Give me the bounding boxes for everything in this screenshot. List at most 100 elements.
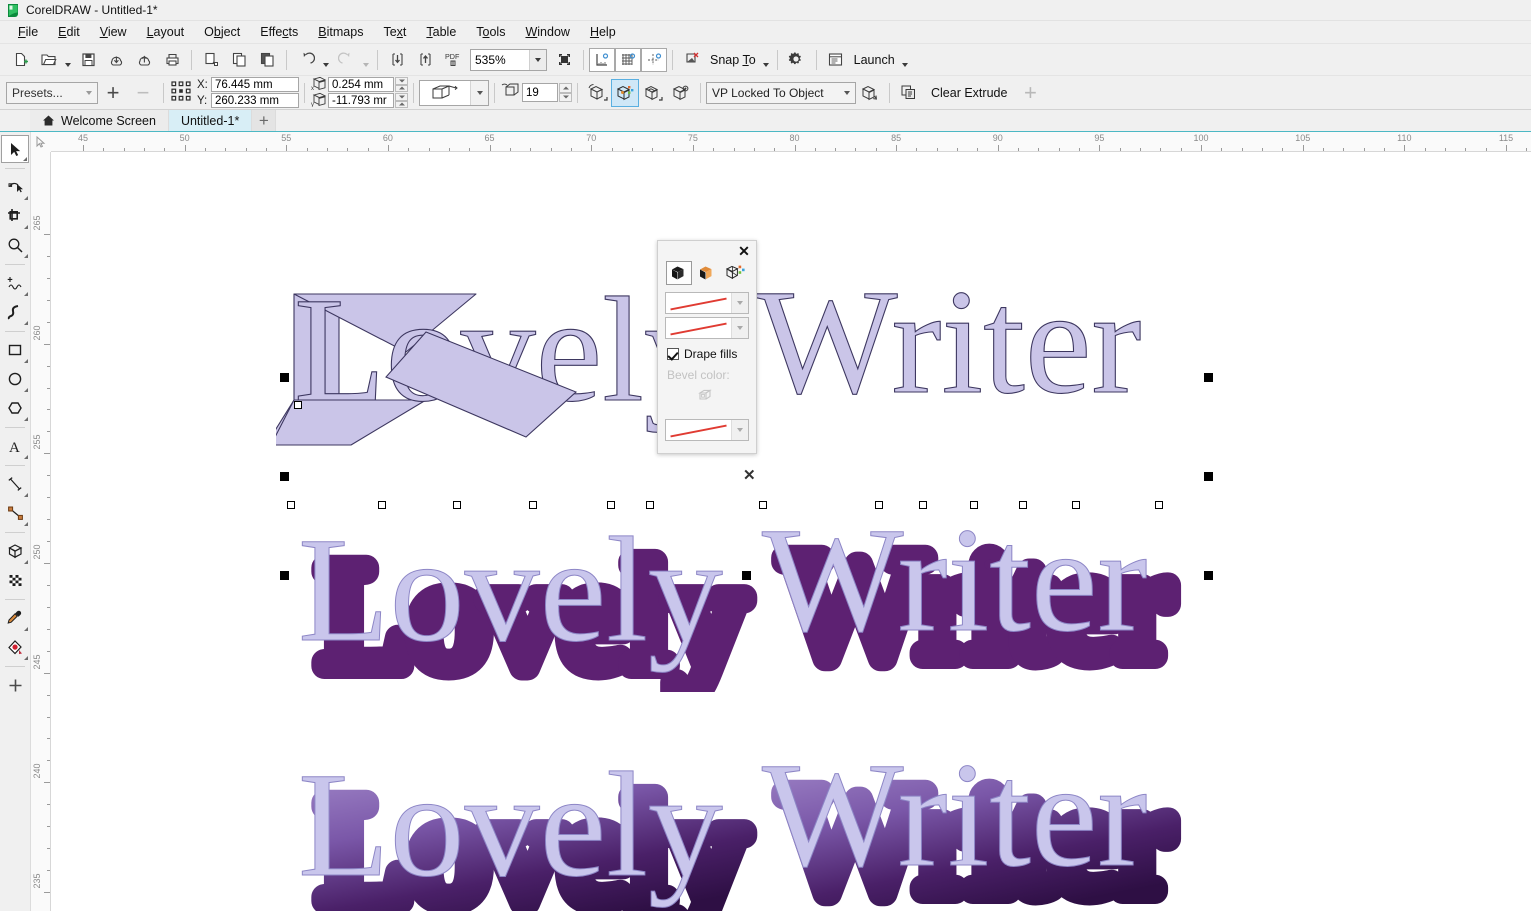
- menu-table[interactable]: Table: [416, 23, 466, 41]
- zoom-level-input[interactable]: [471, 49, 529, 70]
- shape-tool-flyout-arrow[interactable]: [24, 196, 28, 200]
- shade-from-color-swatch[interactable]: [665, 292, 749, 314]
- full-screen-preview-icon[interactable]: [550, 47, 578, 73]
- polygon-tool-flyout-arrow[interactable]: [24, 417, 28, 421]
- menu-edit[interactable]: Edit: [48, 23, 90, 41]
- menu-text[interactable]: Text: [373, 23, 416, 41]
- freehand-tool[interactable]: [1, 269, 29, 297]
- extrude-depth-input[interactable]: [522, 83, 558, 102]
- y-position-input[interactable]: [211, 93, 299, 108]
- presets-combobox[interactable]: Presets...: [6, 81, 98, 104]
- import-arrow-down-icon[interactable]: [383, 47, 411, 73]
- menu-object[interactable]: Object: [194, 23, 250, 41]
- launch-dropdown-caret[interactable]: [899, 47, 911, 73]
- open-dropdown-caret[interactable]: [62, 47, 74, 73]
- shape-tool[interactable]: [1, 173, 29, 201]
- extrude-tool-flyout-arrow[interactable]: [24, 560, 28, 564]
- transparency-tool[interactable]: [1, 566, 29, 594]
- selection-handle-bottom-left[interactable]: [280, 571, 289, 580]
- drape-fills-row[interactable]: Drape fills: [658, 342, 756, 364]
- drape-fills-checkbox[interactable]: [667, 348, 679, 360]
- launch-label[interactable]: Launch: [850, 53, 899, 67]
- presets-dropdown-caret[interactable]: [81, 83, 97, 103]
- node-handle-6[interactable]: [607, 501, 615, 509]
- open-document-icon[interactable]: [34, 47, 62, 73]
- crop-tool[interactable]: [1, 202, 29, 230]
- color-eyedropper-flyout-arrow[interactable]: [24, 627, 28, 631]
- tab-welcome-screen[interactable]: Welcome Screen: [30, 110, 169, 131]
- selection-handle-top-left[interactable]: [280, 373, 289, 382]
- selection-handle-mid-right[interactable]: [1204, 472, 1213, 481]
- menu-tools[interactable]: Tools: [466, 23, 515, 41]
- ruler-origin-icon[interactable]: [31, 132, 51, 152]
- rectangle-tool[interactable]: [1, 336, 29, 364]
- paste-icon[interactable]: [253, 47, 281, 73]
- close-icon[interactable]: ✕: [736, 243, 752, 259]
- node-handle-2[interactable]: [287, 501, 295, 509]
- horizontal-ruler[interactable]: 45 50 55 60 65 70 75 80 85 90 95 100 105 110 115: [31, 132, 1531, 152]
- artistic-media-tool[interactable]: [1, 298, 29, 326]
- save-document-icon[interactable]: [74, 47, 102, 73]
- node-handle-3[interactable]: [378, 501, 386, 509]
- extrude-depth-spinner[interactable]: [559, 83, 572, 102]
- extrude-depth-y-spinner[interactable]: [395, 93, 408, 108]
- pick-tool[interactable]: [1, 135, 29, 163]
- node-handle-12[interactable]: [1019, 501, 1027, 509]
- node-handle-11[interactable]: [970, 501, 978, 509]
- vanishing-point-dropdown-caret[interactable]: [839, 83, 855, 103]
- redo-icon[interactable]: [332, 47, 360, 73]
- vertical-ruler[interactable]: 265 260 255 250 245 240 235: [31, 152, 51, 911]
- node-handle-8[interactable]: [759, 501, 767, 509]
- propbar-more-button[interactable]: +: [1015, 79, 1045, 107]
- node-handle-4[interactable]: [453, 501, 461, 509]
- extrude-depth-x-input[interactable]: [328, 77, 394, 92]
- new-document-icon[interactable]: [6, 47, 34, 73]
- use-object-fill-icon[interactable]: [666, 261, 692, 285]
- extrude-depth-y-input[interactable]: [328, 93, 394, 108]
- add-preset-button[interactable]: +: [98, 79, 128, 107]
- interactive-fill-tool[interactable]: [1, 633, 29, 661]
- publish-pdf-icon[interactable]: PDF: [439, 47, 467, 73]
- node-handle-13[interactable]: [1072, 501, 1080, 509]
- show-grid-icon[interactable]: [615, 47, 641, 72]
- parallel-dimension-tool-flyout-arrow[interactable]: [24, 493, 28, 497]
- rectangle-tool-flyout-arrow[interactable]: [24, 359, 28, 363]
- extrude-color-popup[interactable]: ✕ Drape fills Bevel color:: [657, 240, 757, 454]
- extrude-tool[interactable]: [1, 537, 29, 565]
- crop-tool-flyout-arrow[interactable]: [24, 225, 28, 229]
- export-icon[interactable]: [130, 47, 158, 73]
- copy-extrude-properties-icon[interactable]: [895, 79, 923, 107]
- menu-layout[interactable]: Layout: [137, 23, 195, 41]
- import-icon[interactable]: [102, 47, 130, 73]
- menu-view[interactable]: View: [90, 23, 137, 41]
- extrusion-type-combobox[interactable]: [419, 79, 489, 106]
- snap-off-icon[interactable]: [678, 47, 706, 73]
- straight-line-connector-tool[interactable]: [1, 499, 29, 527]
- x-position-input[interactable]: [211, 77, 299, 92]
- menu-help[interactable]: Help: [580, 23, 626, 41]
- polygon-tool[interactable]: [1, 394, 29, 422]
- snap-to-dropdown-caret[interactable]: [760, 47, 772, 73]
- vanishing-point-marker[interactable]: ✕: [743, 468, 756, 483]
- zoom-tool-flyout-arrow[interactable]: [24, 254, 28, 258]
- ellipse-tool[interactable]: [1, 365, 29, 393]
- launch-window-icon[interactable]: [822, 47, 850, 73]
- shade-to-color-swatch[interactable]: [665, 317, 749, 339]
- color-eyedropper-tool[interactable]: [1, 604, 29, 632]
- extrude-depth-x-spinner[interactable]: [395, 77, 408, 92]
- extrude-color-icon[interactable]: [611, 78, 639, 107]
- pick-tool-flyout-arrow[interactable]: [23, 157, 27, 161]
- clear-extrude-button[interactable]: Clear Extrude: [923, 86, 1015, 100]
- menu-file[interactable]: File: [8, 23, 48, 41]
- menu-window[interactable]: Window: [515, 23, 579, 41]
- export-arrow-up-icon[interactable]: [411, 47, 439, 73]
- node-handle-10[interactable]: [919, 501, 927, 509]
- extrude-lighting-icon[interactable]: [667, 79, 695, 107]
- node-handle-5[interactable]: [529, 501, 537, 509]
- extrusion-type-dropdown-caret[interactable]: [470, 80, 488, 105]
- text-tool[interactable]: A: [1, 432, 29, 460]
- vanishing-point-combobox[interactable]: VP Locked To Object: [706, 81, 856, 104]
- artwork-row-3[interactable]: Lovely Writer Lovely Writer: [276, 707, 1196, 912]
- show-rulers-icon[interactable]: [589, 47, 615, 72]
- freehand-tool-flyout-arrow[interactable]: [24, 292, 28, 296]
